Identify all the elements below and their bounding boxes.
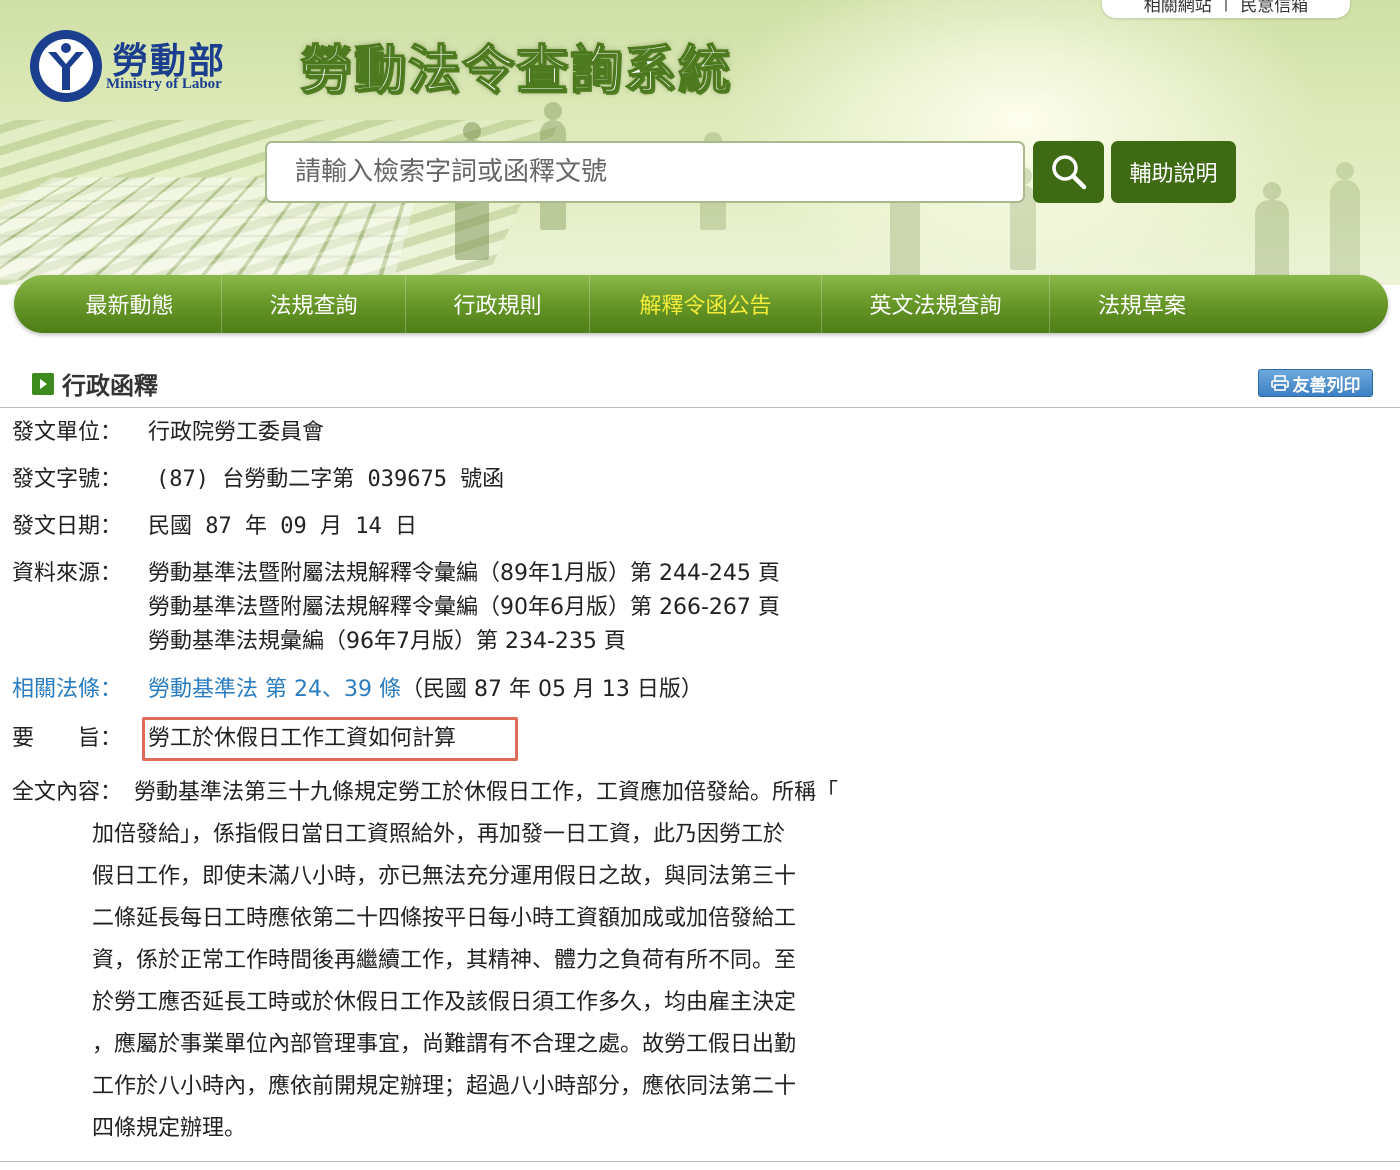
search-button[interactable] [1033,141,1104,203]
top-links-bar: 相關網站 | 民意信箱 [1102,0,1350,18]
document-number-value: (87) 台勞動二字第 039675 號函 [156,467,505,492]
summary-label: 要 旨： [12,726,123,751]
full-text-line: 工作於八小時內，應依前開規定辦理；超過八小時部分，應依同法第二十 [92,1074,797,1099]
site-title: 勞動法令查詢系統 [299,40,733,102]
data-source-row-3: 勞動基準法規彙編（96年7月版）第 234-235 頁 [12,625,626,659]
document-number-label: 發文字號： [12,467,123,492]
banner-figure [1255,182,1289,280]
related-articles-label: 相關法條： [12,677,123,702]
full-text-line: 勞動基準法第三十九條規定勞工於休假日工作，工資應加倍發給。所稱「 [134,780,839,805]
document-number-row: 發文字號： (87) 台勞動二字第 039675 號函 [12,463,504,497]
full-text-line: 資，係於正常工作時間後再繼續工作，其精神、體力之負荷有所不同。至 [92,948,797,973]
arrow-right-icon [32,372,54,395]
related-article-link[interactable]: 勞動基準法 第 24、39 條 [148,677,401,702]
print-button-label: 友善列印 [1292,375,1361,396]
issue-date-value: 民國 87 年 09 月 14 日 [148,514,417,539]
search-input[interactable] [265,141,1025,203]
ministry-logo-icon [30,30,102,102]
summary-row: 要 旨： 勞工於休假日工作工資如何計算 [12,717,518,761]
banner-figure [1330,162,1360,280]
full-text-line: 於勞工應否延長工時或於休假日工作及該假日須工作多久，均由雇主決定 [92,990,797,1015]
related-sites-link[interactable]: 相關網站 [1144,0,1212,16]
header-banner: 相關網站 | 民意信箱 勞動部 Ministry of Labor 勞動法令查詢… [0,0,1400,285]
nav-item-latest-news[interactable]: 最新動態 [38,275,222,333]
banner-figure [890,172,920,280]
issuing-unit-value: 行政院勞工委員會 [148,420,325,445]
logo-english-name: Ministry of Labor [106,76,222,92]
divider-top [0,407,1400,408]
top-links-separator: | [1223,0,1229,12]
data-source-row: 資料來源： 勞動基準法暨附屬法規解釋令彙編（89年1月版）第 244-245 頁 [12,557,780,591]
nav-item-english-regulations[interactable]: 英文法規查詢 [822,275,1050,333]
full-text-line: 假日工作，即使未滿八小時，亦已無法充分運用假日之故，與同法第三十 [92,864,797,889]
issue-date-label: 發文日期： [12,514,123,539]
full-text-line: ，應屬於事業單位內部管理事宜，尚難謂有不合理之處。故勞工假日出勤 [92,1032,797,1057]
nav-item-interpretation-announcements[interactable]: 解釋令函公告 [590,275,822,333]
feedback-mailbox-link[interactable]: 民意信箱 [1240,0,1308,16]
full-text-line: 四條規定辦理。 [92,1116,247,1141]
section-title-text: 行政函釋 [62,372,158,400]
nav-item-administrative-rules[interactable]: 行政規則 [406,275,590,333]
data-source-value-1: 勞動基準法暨附屬法規解釋令彙編（89年1月版）第 244-245 頁 [148,561,780,586]
data-source-value-3: 勞動基準法規彙編（96年7月版）第 234-235 頁 [148,629,626,654]
print-friendly-button[interactable]: 友善列印 [1258,369,1373,397]
ministry-logo[interactable]: 勞動部 Ministry of Labor [28,26,273,106]
main-navigation: 最新動態 法規查詢 行政規則 解釋令函公告 英文法規查詢 法規草案 [14,275,1388,333]
summary-value: 勞工於休假日工作工資如何計算 [148,726,457,751]
section-heading: 行政函釋 [32,366,158,401]
related-articles-row: 相關法條： 勞動基準法 第 24、39 條（民國 87 年 05 月 13 日版… [12,673,703,707]
full-text-line: 二條延長每日工時應依第二十四條按平日每小時工資額加成或加倍發給工 [92,906,797,931]
divider-bottom [0,1161,1400,1162]
help-button[interactable]: 輔助說明 [1111,141,1236,203]
issuing-unit-row: 發文單位： 行政院勞工委員會 [12,416,324,450]
full-text-line: 加倍發給」，係指假日當日工資照給外，再加發一日工資，此乃因勞工於 [92,822,786,847]
related-article-version: （民國 87 年 05 月 13 日版） [400,677,703,702]
full-text-content: 勞動基準法第三十九條規定勞工於休假日工作，工資應加倍發給。所稱「 加倍發給」，係… [92,772,912,1150]
issue-date-row: 發文日期： 民國 87 年 09 月 14 日 [12,510,417,544]
printer-icon [1270,375,1289,391]
data-source-label: 資料來源： [12,561,123,586]
issuing-unit-label: 發文單位： [12,420,123,445]
magnifier-icon [1051,155,1086,190]
nav-item-regulation-search[interactable]: 法規查詢 [222,275,406,333]
nav-item-draft-regulations[interactable]: 法規草案 [1050,275,1234,333]
data-source-row-2: 勞動基準法暨附屬法規解釋令彙編（90年6月版）第 266-267 頁 [12,591,780,625]
data-source-value-2: 勞動基準法暨附屬法規解釋令彙編（90年6月版）第 266-267 頁 [148,595,780,620]
